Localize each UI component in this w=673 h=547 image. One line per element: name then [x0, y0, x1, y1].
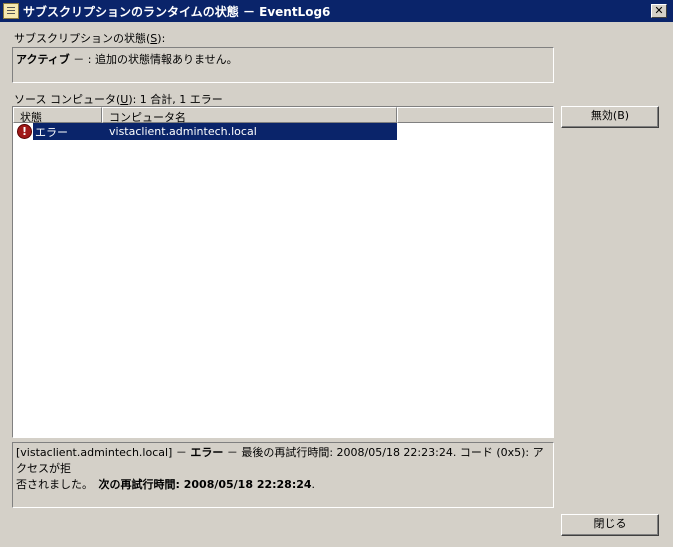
row-computer-name: vistaclient.admintech.local — [109, 125, 257, 138]
source-computers-label: ソース コンピュータ(U): 1 合計, 1 エラー — [14, 93, 223, 106]
subscription-status-box: アクティブ － : 追加の状態情報ありません。 — [12, 47, 554, 83]
table-row[interactable]: エラー vistaclient.admintech.local — [33, 123, 397, 140]
window-icon — [3, 3, 19, 19]
subscription-status-label: サブスクリプションの状態(S): — [14, 32, 166, 45]
error-icon: ! — [17, 124, 32, 139]
disable-button[interactable]: 無効(B) — [561, 106, 659, 128]
close-window-button[interactable]: ✕ — [651, 4, 667, 18]
column-header-filler — [397, 107, 553, 123]
column-header-status[interactable]: 状態 — [13, 107, 102, 124]
detail-status-box: [vistaclient.admintech.local] － エラー － 最後… — [12, 442, 554, 508]
source-computers-list[interactable]: 状態 コンピュータ名 ! エラー vistaclient.admintech.l… — [12, 106, 554, 438]
column-header-computer-name[interactable]: コンピュータ名 — [102, 107, 397, 124]
status-state: アクティブ — [16, 53, 70, 66]
status-message: 追加の状態情報ありません。 — [95, 53, 238, 66]
close-button[interactable]: 閉じる — [561, 514, 659, 536]
list-header: 状態 コンピュータ名 — [13, 107, 553, 124]
row-status: エラー — [35, 125, 68, 139]
title-bar: サブスクリプションのランタイムの状態 － EventLog6 ✕ — [0, 0, 673, 22]
window-title: サブスクリプションのランタイムの状態 － EventLog6 — [23, 4, 331, 19]
